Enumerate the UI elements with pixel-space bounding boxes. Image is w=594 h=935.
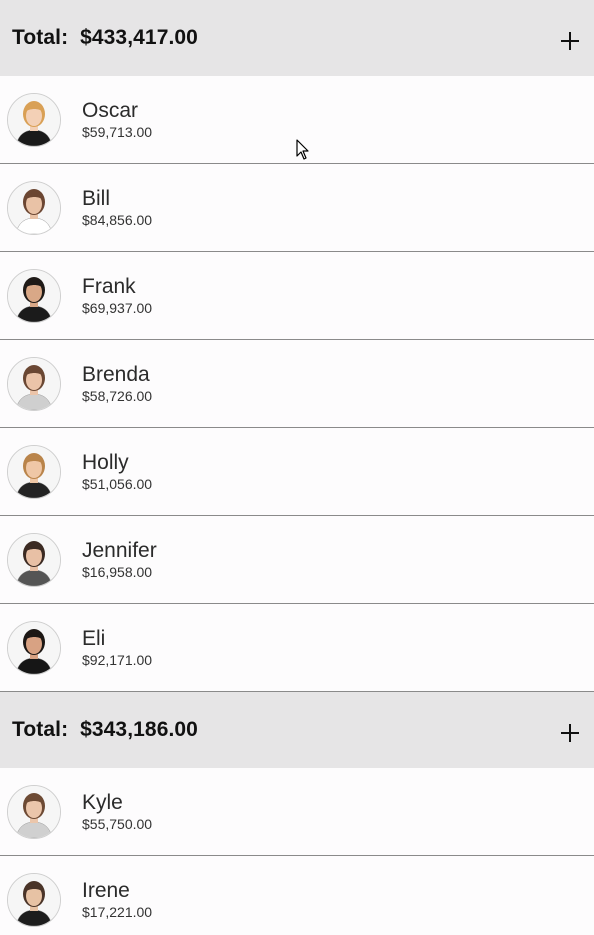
- person-info: Eli $92,171.00: [82, 626, 152, 670]
- list-item[interactable]: Irene $17,221.00: [0, 856, 594, 935]
- group-total-label: Total:: [12, 26, 69, 49]
- person-name: Frank: [82, 274, 136, 298]
- avatar: [7, 532, 61, 587]
- person-photo-icon: [8, 621, 60, 674]
- person-photo-icon: [8, 445, 60, 498]
- person-name: Bill: [82, 186, 111, 210]
- person-name: Eli: [82, 626, 106, 650]
- person-amount: $55,750.00: [82, 815, 153, 832]
- person-amount: $16,958.00: [82, 563, 153, 580]
- person-photo-icon: [8, 93, 60, 146]
- list-item[interactable]: Bill $84,856.00: [0, 164, 594, 252]
- people-list-page: Total: $433,417.00 Oscar $59,713.00 Bill $84…: [0, 0, 594, 935]
- person-info: Frank $69,937.00: [82, 274, 152, 318]
- avatar: [7, 620, 61, 675]
- person-amount: $92,171.00: [82, 651, 153, 668]
- person-amount: $58,726.00: [82, 387, 153, 404]
- list-item[interactable]: Brenda $58,726.00: [0, 340, 594, 428]
- list-item[interactable]: Frank $69,937.00: [0, 252, 594, 340]
- person-name: Irene: [82, 878, 130, 902]
- person-name: Jennifer: [82, 538, 157, 562]
- person-photo-icon: [8, 269, 60, 322]
- person-amount: $17,221.00: [82, 903, 153, 920]
- list-item[interactable]: Eli $92,171.00: [0, 604, 594, 692]
- group-header: Total: $433,417.00: [0, 0, 594, 76]
- avatar: [7, 872, 61, 927]
- list-item[interactable]: Holly $51,056.00: [0, 428, 594, 516]
- plus-icon: [561, 724, 579, 742]
- avatar: [7, 268, 61, 323]
- add-person-button[interactable]: [556, 719, 584, 747]
- list-item[interactable]: Kyle $55,750.00: [0, 768, 594, 856]
- person-info: Oscar $59,713.00: [82, 98, 152, 142]
- person-info: Brenda $58,726.00: [82, 362, 152, 406]
- grouped-list[interactable]: Total: $433,417.00 Oscar $59,713.00 Bill $84…: [0, 0, 594, 935]
- person-info: Jennifer $16,958.00: [82, 538, 157, 582]
- person-amount: $59,713.00: [82, 123, 153, 140]
- group-total-label: Total:: [12, 718, 69, 741]
- person-info: Bill $84,856.00: [82, 186, 152, 230]
- avatar: [7, 92, 61, 147]
- person-info: Irene $17,221.00: [82, 878, 152, 922]
- person-photo-icon: [8, 533, 60, 586]
- group-header: Total: $343,186.00: [0, 692, 594, 768]
- person-photo-icon: [8, 181, 60, 234]
- avatar: [7, 180, 61, 235]
- person-info: Kyle $55,750.00: [82, 790, 152, 834]
- plus-icon: [561, 32, 579, 50]
- person-amount: $84,856.00: [82, 211, 153, 228]
- list-item[interactable]: Oscar $59,713.00: [0, 76, 594, 164]
- list-item[interactable]: Jennifer $16,958.00: [0, 516, 594, 604]
- avatar: [7, 784, 61, 839]
- person-photo-icon: [8, 357, 60, 410]
- group-total: Total: $433,417.00: [12, 26, 198, 50]
- avatar: [7, 444, 61, 499]
- person-info: Holly $51,056.00: [82, 450, 152, 494]
- person-name: Holly: [82, 450, 129, 474]
- person-photo-icon: [8, 873, 60, 926]
- avatar: [7, 356, 61, 411]
- group-total: Total: $343,186.00: [12, 718, 198, 742]
- person-photo-icon: [8, 785, 60, 838]
- add-person-button[interactable]: [556, 27, 584, 55]
- person-name: Kyle: [82, 790, 123, 814]
- group-total-value: $433,417.00: [80, 26, 198, 49]
- person-amount: $51,056.00: [82, 475, 153, 492]
- group-total-value: $343,186.00: [80, 718, 198, 741]
- person-amount: $69,937.00: [82, 299, 153, 316]
- person-name: Oscar: [82, 98, 139, 122]
- person-name: Brenda: [82, 362, 150, 386]
